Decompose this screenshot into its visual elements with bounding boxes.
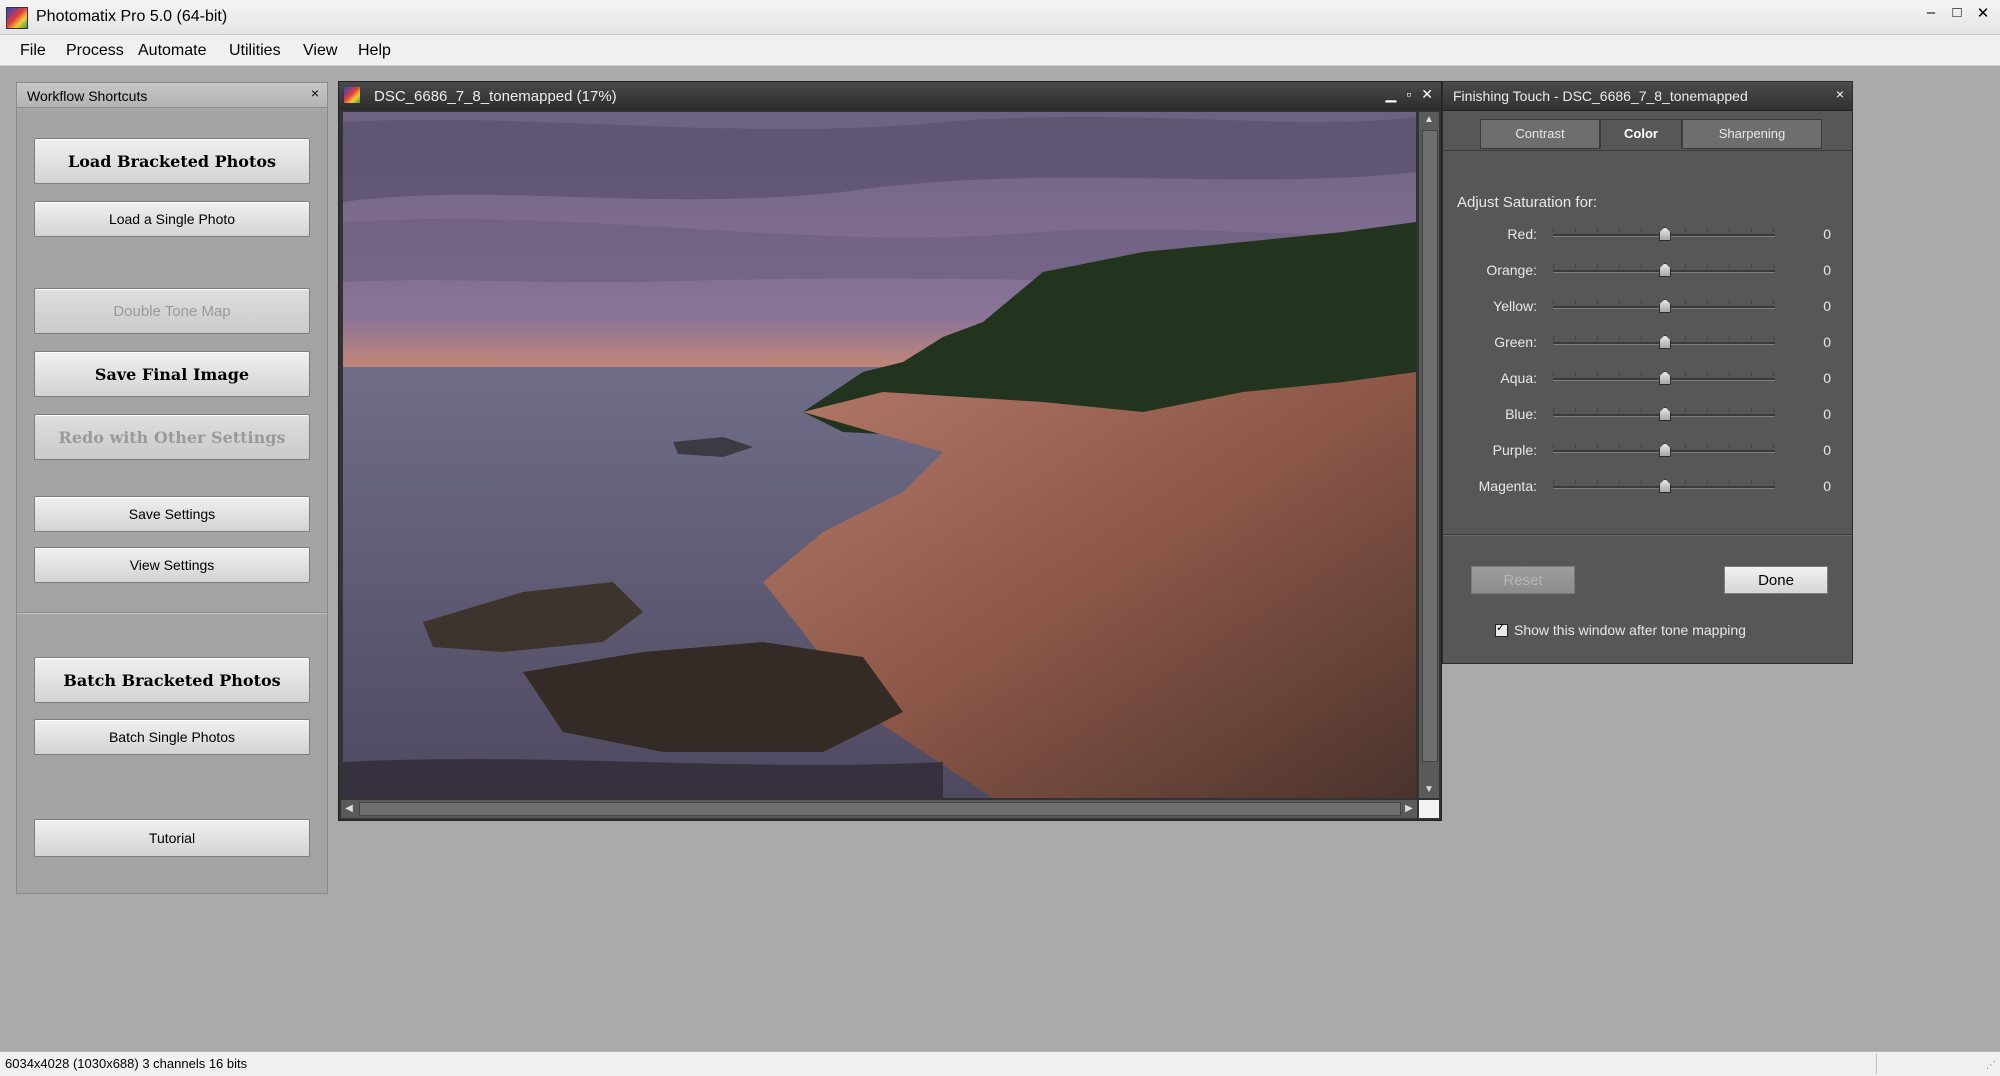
finishing-touch-title: Finishing Touch - DSC_6686_7_8_tonemappe… bbox=[1453, 88, 1748, 104]
saturation-slider-label: Yellow: bbox=[1493, 298, 1537, 314]
saturation-slider-value: 0 bbox=[1823, 298, 1831, 314]
tutorial-button[interactable]: Tutorial bbox=[34, 819, 310, 857]
tab-color[interactable]: Color bbox=[1600, 119, 1682, 149]
saturation-slider-row: Green: 0 bbox=[1443, 331, 1852, 355]
horizontal-scrollbar[interactable]: ◀ ▶ bbox=[341, 800, 1417, 818]
resize-grip-icon[interactable]: ⋰ bbox=[1986, 1060, 1996, 1071]
reset-button[interactable]: Reset bbox=[1471, 566, 1575, 594]
saturation-slider-label: Blue: bbox=[1505, 406, 1537, 422]
app-title: Photomatix Pro 5.0 (64-bit) bbox=[36, 8, 228, 25]
double-tone-map-button[interactable]: Double Tone Map bbox=[34, 288, 310, 334]
saturation-slider-value: 0 bbox=[1823, 334, 1831, 350]
tab-sharpening[interactable]: Sharpening bbox=[1682, 119, 1822, 149]
status-bar: 6034x4028 (1030x688) 3 channels 16 bits … bbox=[0, 1051, 2000, 1076]
workflow-panel-title: Workflow Shortcuts bbox=[27, 88, 148, 104]
scroll-right-icon[interactable]: ▶ bbox=[1401, 800, 1417, 818]
image-window-title: DSC_6686_7_8_tonemapped (17%) bbox=[374, 88, 617, 105]
redo-with-other-settings-button[interactable]: Redo with Other Settings bbox=[34, 414, 310, 460]
saturation-slider-value: 0 bbox=[1823, 262, 1831, 278]
save-final-image-button[interactable]: Save Final Image bbox=[34, 351, 310, 397]
close-icon[interactable]: × bbox=[311, 85, 319, 101]
scroll-corner bbox=[1419, 800, 1439, 818]
show-window-checkbox-label: Show this window after tone mapping bbox=[1514, 622, 1746, 638]
vertical-scroll-thumb[interactable] bbox=[1422, 130, 1438, 762]
saturation-slider-row: Yellow: 0 bbox=[1443, 295, 1852, 319]
restore-icon[interactable]: ▫ bbox=[1406, 86, 1411, 103]
workflow-divider bbox=[17, 612, 327, 614]
scroll-left-icon[interactable]: ◀ bbox=[341, 800, 357, 818]
show-window-checkbox[interactable]: Show this window after tone mapping bbox=[1495, 621, 1746, 638]
saturation-slider-value: 0 bbox=[1823, 370, 1831, 386]
window-controls: – □ ✕ bbox=[1924, 4, 1990, 22]
menu-automate[interactable]: Automate bbox=[138, 42, 206, 60]
batch-single-photos-button[interactable]: Batch Single Photos bbox=[34, 719, 310, 755]
status-divider bbox=[1876, 1054, 1877, 1074]
saturation-slider-label: Orange: bbox=[1486, 262, 1537, 278]
close-icon[interactable]: ✕ bbox=[1421, 86, 1433, 103]
finishing-touch-panel: Finishing Touch - DSC_6686_7_8_tonemappe… bbox=[1442, 81, 1853, 664]
minimize-icon[interactable]: ▁ bbox=[1386, 86, 1397, 103]
done-button[interactable]: Done bbox=[1724, 566, 1828, 594]
image-window: DSC_6686_7_8_tonemapped (17%) ▁ ▫ ✕ ▲ ▼ … bbox=[338, 81, 1442, 821]
tab-contrast[interactable]: Contrast bbox=[1480, 119, 1600, 149]
saturation-slider-value: 0 bbox=[1823, 406, 1831, 422]
saturation-slider-row: Blue: 0 bbox=[1443, 403, 1852, 427]
app-icon bbox=[6, 7, 28, 29]
saturation-slider-label: Purple: bbox=[1492, 442, 1537, 458]
scroll-up-icon[interactable]: ▲ bbox=[1419, 112, 1439, 128]
workflow-panel-header: Workflow Shortcuts × bbox=[17, 83, 327, 108]
finishing-touch-header: Finishing Touch - DSC_6686_7_8_tonemappe… bbox=[1443, 82, 1852, 111]
saturation-slider-row: Magenta: 0 bbox=[1443, 475, 1852, 499]
horizontal-scroll-thumb[interactable] bbox=[359, 802, 1401, 816]
close-icon[interactable]: × bbox=[1836, 86, 1844, 102]
load-single-photo-button[interactable]: Load a Single Photo bbox=[34, 201, 310, 237]
saturation-slider-label: Green: bbox=[1494, 334, 1537, 350]
finishing-divider bbox=[1443, 534, 1852, 536]
saturation-slider-value: 0 bbox=[1823, 478, 1831, 494]
vertical-scrollbar[interactable]: ▲ ▼ bbox=[1419, 112, 1439, 798]
adjust-saturation-label: Adjust Saturation for: bbox=[1457, 194, 1598, 211]
saturation-slider-row: Aqua: 0 bbox=[1443, 367, 1852, 391]
saturation-slider-label: Aqua: bbox=[1500, 370, 1537, 386]
saturation-slider-value: 0 bbox=[1823, 442, 1831, 458]
view-settings-button[interactable]: View Settings bbox=[34, 547, 310, 583]
saturation-slider-label: Magenta: bbox=[1478, 478, 1537, 494]
close-icon[interactable]: ✕ bbox=[1976, 4, 1990, 22]
image-window-header: DSC_6686_7_8_tonemapped (17%) ▁ ▫ ✕ bbox=[339, 82, 1441, 110]
image-info-status: 6034x4028 (1030x688) 3 channels 16 bits bbox=[5, 1056, 248, 1071]
menu-view[interactable]: View bbox=[303, 42, 337, 60]
save-settings-button[interactable]: Save Settings bbox=[34, 496, 310, 532]
menu-help[interactable]: Help bbox=[358, 42, 391, 60]
scroll-down-icon[interactable]: ▼ bbox=[1419, 782, 1439, 798]
checkbox-checked-icon[interactable] bbox=[1495, 621, 1508, 637]
minimize-icon[interactable]: – bbox=[1924, 4, 1938, 22]
menu-bar: File Process Automate Utilities View Hel… bbox=[0, 35, 2000, 66]
saturation-slider-value: 0 bbox=[1823, 226, 1831, 242]
saturation-slider-row: Orange: 0 bbox=[1443, 259, 1852, 283]
saturation-slider-label: Red: bbox=[1507, 226, 1537, 242]
menu-process[interactable]: Process bbox=[66, 42, 124, 60]
saturation-slider-row: Purple: 0 bbox=[1443, 439, 1852, 463]
tonemapped-photo[interactable] bbox=[343, 112, 1416, 798]
workflow-shortcuts-panel: Workflow Shortcuts × Load Bracketed Phot… bbox=[16, 82, 328, 894]
maximize-icon[interactable]: □ bbox=[1950, 4, 1964, 22]
document-icon bbox=[344, 87, 360, 103]
menu-file[interactable]: File bbox=[20, 42, 46, 60]
image-window-controls: ▁ ▫ ✕ bbox=[1386, 86, 1433, 103]
load-bracketed-photos-button[interactable]: Load Bracketed Photos bbox=[34, 138, 310, 184]
menu-utilities[interactable]: Utilities bbox=[229, 42, 281, 60]
saturation-slider-row: Red: 0 bbox=[1443, 223, 1852, 247]
title-bar: Photomatix Pro 5.0 (64-bit) – □ ✕ bbox=[0, 0, 2000, 35]
batch-bracketed-photos-button[interactable]: Batch Bracketed Photos bbox=[34, 657, 310, 703]
